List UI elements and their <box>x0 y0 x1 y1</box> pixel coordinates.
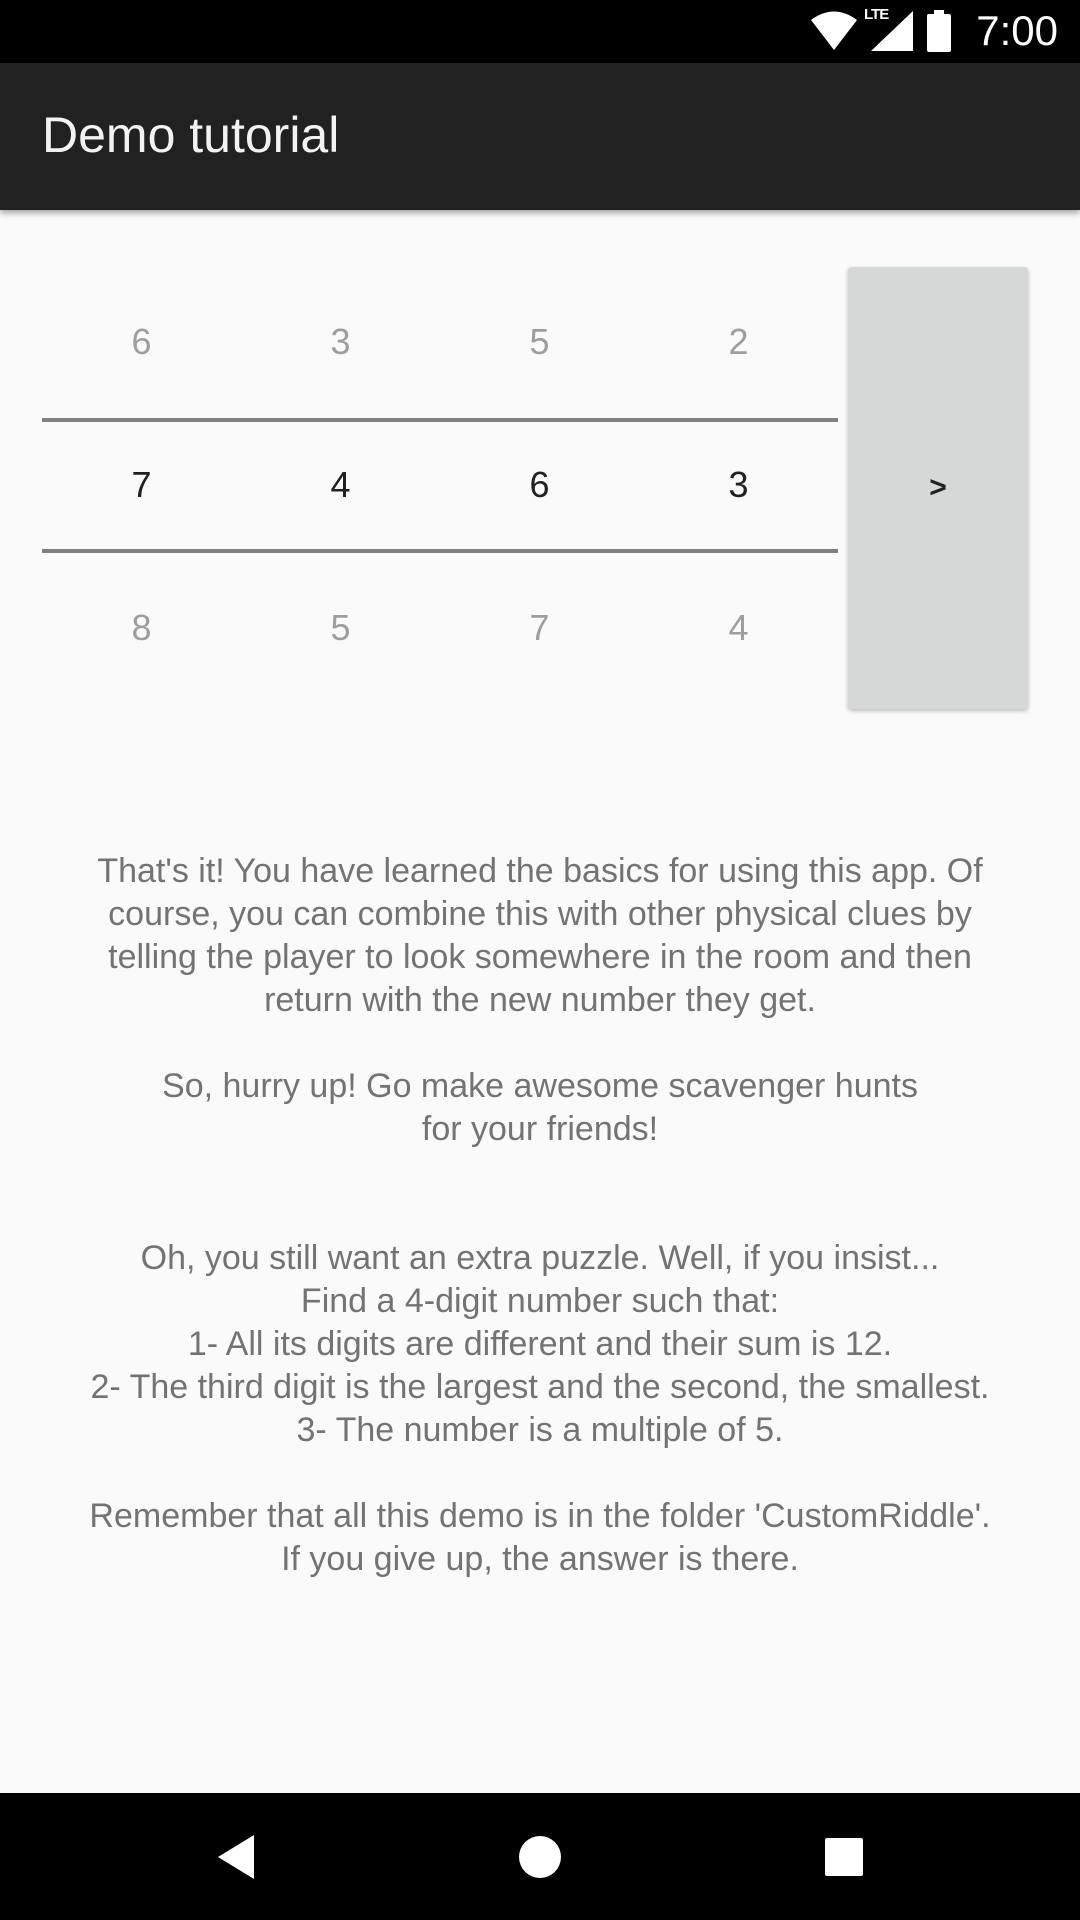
picker-value-below[interactable]: 7 <box>440 588 639 668</box>
picker-value-selected[interactable]: 6 <box>440 445 639 525</box>
picker-value-below[interactable]: 5 <box>241 588 440 668</box>
picker-value-above[interactable]: 3 <box>241 302 440 382</box>
back-button[interactable] <box>176 1793 296 1920</box>
message-line: If you give up, the answer is there. <box>281 1540 799 1578</box>
battery-icon <box>927 10 951 52</box>
hurry-paragraph: So, hurry up! Go make awesome scavenger … <box>40 1065 1040 1151</box>
status-bar: LTE 7:00 <box>0 0 1080 63</box>
picker-column-3[interactable]: 5 6 7 <box>440 265 639 705</box>
recents-icon <box>825 1837 863 1876</box>
wifi-icon <box>811 11 857 50</box>
picker-value-below[interactable]: 4 <box>639 588 838 668</box>
puzzle-paragraph: Oh, you still want an extra puzzle. Well… <box>40 1237 1040 1452</box>
message-line: 3- The number is a multiple of 5. <box>296 1411 784 1449</box>
number-picker: 6 7 8 3 4 5 5 6 7 2 3 4 <box>42 265 838 705</box>
navigation-bar <box>0 1793 1080 1920</box>
picker-column-1[interactable]: 6 7 8 <box>42 265 241 705</box>
message-line: course, you can combine this with other … <box>108 895 972 933</box>
picker-value-selected[interactable]: 4 <box>241 445 440 525</box>
picker-value-selected[interactable]: 3 <box>639 445 838 525</box>
picker-value-above[interactable]: 6 <box>42 302 241 382</box>
picker-value-above[interactable]: 5 <box>440 302 639 382</box>
picker-column-2[interactable]: 3 4 5 <box>241 265 440 705</box>
picker-column-4[interactable]: 2 3 4 <box>639 265 838 705</box>
message-line: telling the player to look somewhere in … <box>108 938 972 976</box>
page-title: Demo tutorial <box>42 107 340 163</box>
message-line: Find a 4-digit number such that: <box>300 1282 780 1320</box>
message-line: Oh, you still want an extra puzzle. Well… <box>140 1239 940 1277</box>
picker-value-below[interactable]: 8 <box>42 588 241 668</box>
picker-value-selected[interactable]: 7 <box>42 445 241 525</box>
message-line: 2- The third digit is the largest and th… <box>90 1368 990 1406</box>
home-button[interactable] <box>480 1793 600 1920</box>
footer-paragraph: Remember that all this demo is in the fo… <box>40 1495 1040 1581</box>
back-icon <box>218 1834 254 1879</box>
message-line: 1- All its digits are different and thei… <box>187 1325 893 1363</box>
intro-paragraph: That's it! You have learned the basics f… <box>40 850 1040 1022</box>
message-line: return with the new number they get. <box>264 981 816 1019</box>
message-line: Remember that all this demo is in the fo… <box>89 1497 991 1535</box>
main-content: 6 7 8 3 4 5 5 6 7 2 3 4 > That's it! You… <box>0 210 1080 1793</box>
message-line: for your friends! <box>421 1110 659 1148</box>
cellular-signal-icon: LTE <box>864 6 914 52</box>
next-button[interactable]: > <box>848 267 1028 709</box>
home-icon <box>519 1835 561 1878</box>
recents-button[interactable] <box>784 1793 904 1920</box>
picker-value-above[interactable]: 2 <box>639 302 838 382</box>
message-line: That's it! You have learned the basics f… <box>97 852 983 890</box>
status-time: 7:00 <box>976 7 1058 54</box>
app-bar: Demo tutorial <box>0 63 1080 210</box>
message-line: So, hurry up! Go make awesome scavenger … <box>162 1067 918 1105</box>
tutorial-message: That's it! You have learned the basics f… <box>40 850 1040 1581</box>
status-icons: LTE <box>810 6 952 52</box>
